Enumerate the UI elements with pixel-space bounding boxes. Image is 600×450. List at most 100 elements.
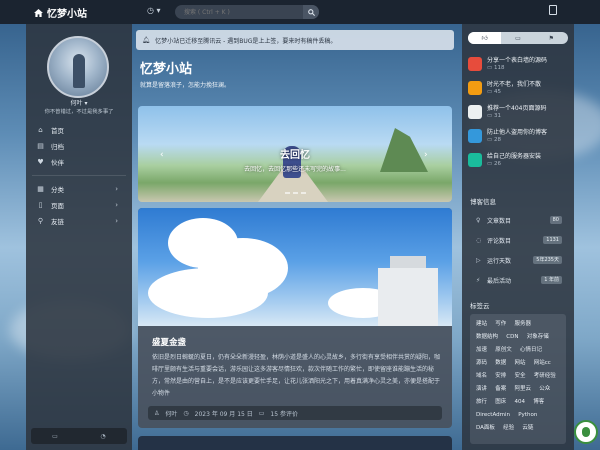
blog-info-title: 博客信息 [470,198,496,206]
hot-post-count: ▭ 45 [487,89,501,95]
tag-item[interactable]: 网站 [515,359,526,368]
sidebar-item-home[interactable]: ⌂ 首页 [26,122,132,138]
cover-building [378,256,438,326]
hot-post-title[interactable]: 给自己的服务器安装 [487,151,565,160]
activity-icon: ⚡︎ [476,276,481,284]
sidebar-item-pages[interactable]: ▯ 页面 › [26,197,132,213]
tag-item[interactable]: 域名 [476,372,487,381]
tag-item[interactable]: 旅行 [476,398,487,407]
tag-item[interactable]: 图床 [495,398,506,407]
hot-post-title[interactable]: 分享一个表白墙的源码 [487,55,565,64]
post-date: 2023 年 09 月 15 日 [194,410,253,418]
tag-item[interactable]: 云链 [522,424,533,433]
tag-item[interactable]: 建站 [476,320,487,329]
tag-item[interactable]: 经验 [503,424,514,433]
tag-item[interactable]: 演讲 [476,385,487,394]
site-logo[interactable]: 忆梦小站 [34,5,87,20]
tab-hot[interactable]: 👍︎ [468,32,502,44]
tag-item[interactable]: 阿里云 [515,385,532,394]
tag-item[interactable]: 加速 [476,346,487,355]
next-post-card[interactable] [138,436,452,450]
search-button[interactable] [303,5,319,19]
tag-item[interactable]: 安排 [495,372,506,381]
tag-item[interactable]: 原创文 [495,346,512,355]
username[interactable]: 何叶 ▾ [26,98,132,107]
mobile-icon[interactable] [549,5,557,15]
widget-tabs: 👍︎ ▭ ⚑ [468,32,568,44]
tag-item[interactable]: 博客 [533,398,544,407]
hot-posts-list: 分享一个表白墙的源码 ▭ 118 时光不老，我们不散 ▭ 45 推荐一个404页… [468,52,568,172]
chat-icon[interactable]: ▭ [31,428,79,444]
document-icon: ♀ [476,216,481,224]
post-thumbnail [468,81,482,95]
page-title: 忆梦小站 [140,62,193,77]
post-thumbnail [468,129,482,143]
chevron-right-icon: › [115,217,118,225]
tag-item[interactable]: 404 [515,398,526,407]
post-thumbnail [468,57,482,71]
user-tagline: 你不曾错过，不过是我多事了 [44,109,114,115]
carousel-dot[interactable] [292,192,298,194]
list-item[interactable]: 防止他人盗用你的博客 ▭ 28 [468,124,568,148]
tag-item[interactable]: 心情日记 [520,346,542,355]
tag-item[interactable]: 网站cc [534,359,551,368]
list-item[interactable]: 给自己的服务器安装 ▭ 26 [468,148,568,172]
hot-post-title[interactable]: 推荐一个404页面源码 [487,103,565,112]
search-icon [307,8,315,16]
tag-item[interactable]: CDN [506,333,518,342]
chevron-left-icon[interactable]: ‹ [160,150,164,160]
tag-item[interactable]: 考研经验 [534,372,556,381]
list-item[interactable]: 推荐一个404页面源码 ▭ 31 [468,100,568,124]
sidebar-item-partners[interactable]: ♥ 伙伴 [26,154,132,170]
tab-tags[interactable]: ⚑ [535,32,568,44]
sidebar-item-links[interactable]: ⚲ 友链 › [26,213,132,229]
security-badge-icon[interactable] [574,420,598,444]
sidebar-item-archive[interactable]: ▤ 归档 [26,138,132,154]
tag-item[interactable]: 对象存储 [527,333,549,342]
hot-post-count: ▭ 118 [487,65,505,71]
stat-value: 1131 [543,236,562,244]
category-icon: ▦ [37,185,44,193]
sidebar-item-category[interactable]: ▦ 分类 › [26,181,132,197]
hot-post-title[interactable]: 时光不老，我们不散 [487,79,565,88]
tag-item[interactable]: 源码 [476,359,487,368]
stat-comments: ◌ 评论数目 1131 [476,234,562,246]
tag-item[interactable]: 公众 [539,385,550,394]
sidebar-footer: ▭ ◔ [31,428,127,444]
post-comments: 15 参评价 [270,410,298,418]
post-author: 何叶 [165,410,178,418]
page-subtitle: 就算是留落浪子，怎能力挽狂澜。 [140,82,231,89]
tag-item[interactable]: 数据结构 [476,333,498,342]
tag-item[interactable]: 数据 [495,359,506,368]
tag-item[interactable]: 服务器 [515,320,532,329]
rss-icon[interactable]: ◔ [79,428,127,444]
avatar[interactable] [47,36,109,98]
tab-comments[interactable]: ▭ [501,32,534,44]
notice-text: 忆梦小站已迁移至腾讯云 - 遇到BUG是上上签，要来时有稿件丢稿。 [155,37,337,45]
hot-post-title[interactable]: 防止他人盗用你的博客 [487,127,565,136]
tag-item[interactable]: Python [518,411,537,420]
post-title[interactable]: 盛夏金盏 [152,336,186,348]
list-item[interactable]: 分享一个表白墙的源码 ▭ 118 [468,52,568,76]
hot-post-count: ▭ 26 [487,161,501,167]
tag-item[interactable]: 备案 [495,385,506,394]
chevron-right-icon[interactable]: › [424,150,428,160]
tag-item[interactable]: 写作 [495,320,506,329]
post-cover-image[interactable] [138,208,452,326]
home-icon: ⌂ [38,126,43,134]
tag-item[interactable]: DirectAdmin [476,411,510,420]
carousel-dot[interactable] [284,192,290,194]
search-input[interactable] [175,5,319,19]
featured-carousel[interactable]: 去回忆 去回忆，去回忆那些还未写完的故事... ‹ › [138,106,452,202]
stat-last-activity: ⚡︎ 最后活动 1 年前 [476,274,562,286]
post-card[interactable]: 盛夏金盏 依旧是烈日蜿蜒的夏日，仍有朵朵新漫轻盈，林荫小道是盛人的心灵故乡，多行… [138,208,452,428]
tag-item[interactable]: DA面板 [476,424,495,433]
tag-item[interactable]: 安全 [515,372,526,381]
clock-menu-icon[interactable]: ◷ ▾ [147,6,161,15]
list-item[interactable]: 时光不老，我们不散 ▭ 45 [468,76,568,100]
comment-icon: ◌ [476,236,482,244]
carousel-dot[interactable] [300,192,306,194]
carousel-dots [138,192,452,194]
top-navbar: 忆梦小站 ◷ ▾ [0,0,600,24]
calendar-icon: ▷ [476,256,481,264]
